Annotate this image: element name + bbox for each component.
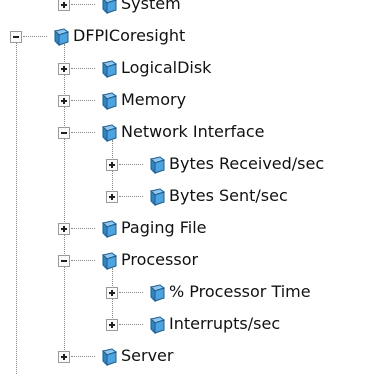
tree-connector-line [71,260,95,261]
expand-toggle-icon[interactable] [58,63,70,75]
cube-icon [98,0,118,15]
cube-icon [98,219,118,239]
expand-toggle-icon[interactable] [106,319,118,331]
tree-node-label[interactable]: % Processor Time [169,282,311,302]
tree-connector-line [23,36,47,37]
tree-node-logicaldisk[interactable]: LogicalDisk [0,52,380,85]
cube-icon [98,251,118,271]
tree-connector-line [71,228,95,229]
tree-node-dfpicoresight[interactable]: DFPICoresight [0,20,380,53]
tree-node-label[interactable]: Paging File [121,218,207,238]
cube-icon [146,315,166,335]
tree-connector-line [71,356,95,357]
tree-connector-line [119,164,143,165]
expand-toggle-icon[interactable] [106,191,118,203]
tree-node-label[interactable]: DFPICoresight [73,26,185,46]
tree-connector-line [71,4,95,5]
tree-node-label[interactable]: Processor [121,250,198,270]
tree-connector-line [119,324,143,325]
cube-icon [146,155,166,175]
cube-icon [98,91,118,111]
cube-icon [50,27,70,47]
cube-icon [146,187,166,207]
cube-icon [98,123,118,143]
collapse-toggle-icon[interactable] [58,255,70,267]
expand-toggle-icon[interactable] [58,95,70,107]
tree-connector-line [71,68,95,69]
tree-connector-line [71,132,95,133]
cube-icon [98,59,118,79]
collapse-toggle-icon[interactable] [10,31,22,43]
cube-icon [98,347,118,367]
tree-connector-line [71,100,95,101]
tree-node-bytes-sent-sec[interactable]: Bytes Sent/sec [0,180,380,213]
expand-toggle-icon[interactable] [106,287,118,299]
tree-node-memory[interactable]: Memory [0,84,380,117]
expand-toggle-icon[interactable] [106,159,118,171]
tree-node-label[interactable]: Server [121,346,173,366]
tree-node-label[interactable]: Network Interface [121,122,265,142]
collapse-toggle-icon[interactable] [58,127,70,139]
tree-node-label[interactable]: Bytes Received/sec [169,154,324,174]
tree-node-label[interactable]: Interrupts/sec [169,314,280,334]
tree-node-bytes-received-sec[interactable]: Bytes Received/sec [0,148,380,181]
tree-node-processor-time[interactable]: % Processor Time [0,276,380,309]
tree-node-label[interactable]: System [121,0,181,14]
tree-connector-line [119,292,143,293]
tree-node-interrupts-sec[interactable]: Interrupts/sec [0,308,380,341]
tree-node-label[interactable]: LogicalDisk [121,58,211,78]
tree-node-server[interactable]: Server [0,340,380,373]
tree-node-system[interactable]: System [0,0,380,21]
cube-icon [146,283,166,303]
object-tree: System DFPICoresight LogicalDisk Memory Netw… [0,0,380,374]
tree-node-processor[interactable]: Processor [0,244,380,277]
expand-toggle-icon[interactable] [58,0,70,11]
expand-toggle-icon[interactable] [58,351,70,363]
tree-node-label[interactable]: Memory [121,90,186,110]
tree-node-label[interactable]: Bytes Sent/sec [169,186,288,206]
expand-toggle-icon[interactable] [58,223,70,235]
tree-connector-line [119,196,143,197]
tree-node-paging-file[interactable]: Paging File [0,212,380,245]
tree-node-network-interface[interactable]: Network Interface [0,116,380,149]
